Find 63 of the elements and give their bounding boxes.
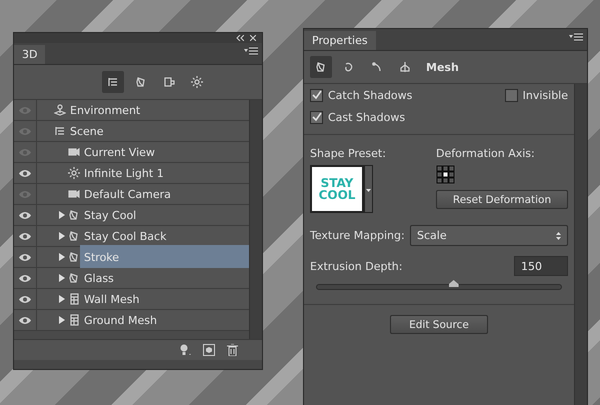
material-icon	[163, 76, 175, 88]
expand-arrow-icon[interactable]	[58, 211, 65, 219]
spinner-arrows-icon	[556, 232, 561, 240]
scrollbar[interactable]	[574, 84, 587, 405]
environment-icon	[54, 104, 66, 116]
scrollbar[interactable]	[249, 100, 262, 339]
mesh-icon	[135, 76, 147, 88]
light-icon	[191, 76, 203, 88]
checkmark-icon	[312, 90, 322, 100]
checkbox[interactable]: Invisible	[504, 88, 568, 102]
panel-menu-icon[interactable]	[244, 47, 258, 55]
edit-source-button[interactable]: Edit Source	[390, 315, 488, 334]
eye-icon[interactable]	[18, 294, 32, 304]
eye-icon[interactable]	[18, 252, 32, 262]
scene-icon	[54, 125, 66, 137]
checkbox[interactable]: Cast Shadows	[310, 110, 406, 124]
eye-icon[interactable]	[18, 168, 32, 178]
close-icon[interactable]	[250, 35, 256, 41]
cube-icon[interactable]	[203, 344, 215, 356]
box-icon	[68, 293, 80, 305]
reset-deformation-button[interactable]: Reset Deformation	[436, 190, 568, 209]
coordinates-icon	[399, 61, 411, 73]
field-label: Shape Preset:	[310, 147, 387, 160]
expand-arrow-icon[interactable]	[58, 274, 65, 282]
camera-icon	[68, 188, 80, 200]
field-label: Deformation Axis:	[436, 147, 536, 160]
mesh-icon	[315, 61, 327, 73]
expand-arrow-icon[interactable]	[58, 232, 65, 240]
expand-arrow-icon[interactable]	[58, 253, 65, 261]
layer-item[interactable]: Stroke	[80, 245, 249, 269]
section-button[interactable]	[310, 56, 332, 78]
texture-mapping-select[interactable]: Scale	[410, 225, 568, 246]
axis-grid-icon[interactable]	[436, 165, 456, 185]
panel-menu-icon[interactable]	[569, 33, 583, 41]
deform-icon	[343, 61, 355, 73]
panel-tab[interactable]: 3D	[14, 45, 46, 64]
filter-button[interactable]	[102, 71, 124, 93]
slider-thumb[interactable]	[448, 280, 459, 287]
field-label: Extrusion Depth:	[310, 260, 402, 272]
expand-arrow-icon[interactable]	[58, 295, 65, 303]
scene-icon	[107, 76, 119, 88]
checkmark-icon	[312, 112, 322, 122]
mesh-icon	[68, 209, 80, 221]
cap-icon	[371, 61, 383, 73]
collapse-icon[interactable]	[236, 35, 244, 41]
mesh-icon	[68, 251, 80, 263]
panel-tab[interactable]: Properties	[304, 31, 376, 50]
eye-icon[interactable]	[18, 232, 32, 240]
section-title: Mesh	[426, 60, 459, 74]
extrusion-depth-field[interactable]: 150	[514, 256, 568, 276]
expand-arrow-icon[interactable]	[58, 316, 65, 324]
checkbox[interactable]: Catch Shadows	[310, 88, 412, 102]
resize-grip[interactable]	[14, 360, 262, 369]
eye-icon[interactable]	[18, 274, 32, 282]
eye-icon[interactable]	[18, 210, 32, 220]
box-icon	[68, 314, 80, 326]
light-icon	[68, 167, 80, 179]
mesh-icon	[68, 272, 80, 284]
trash-icon[interactable]	[227, 344, 238, 356]
camera-icon	[68, 146, 80, 158]
mesh-icon	[68, 230, 80, 242]
dropdown-icon[interactable]	[364, 165, 373, 213]
eye-icon[interactable]	[18, 316, 32, 324]
